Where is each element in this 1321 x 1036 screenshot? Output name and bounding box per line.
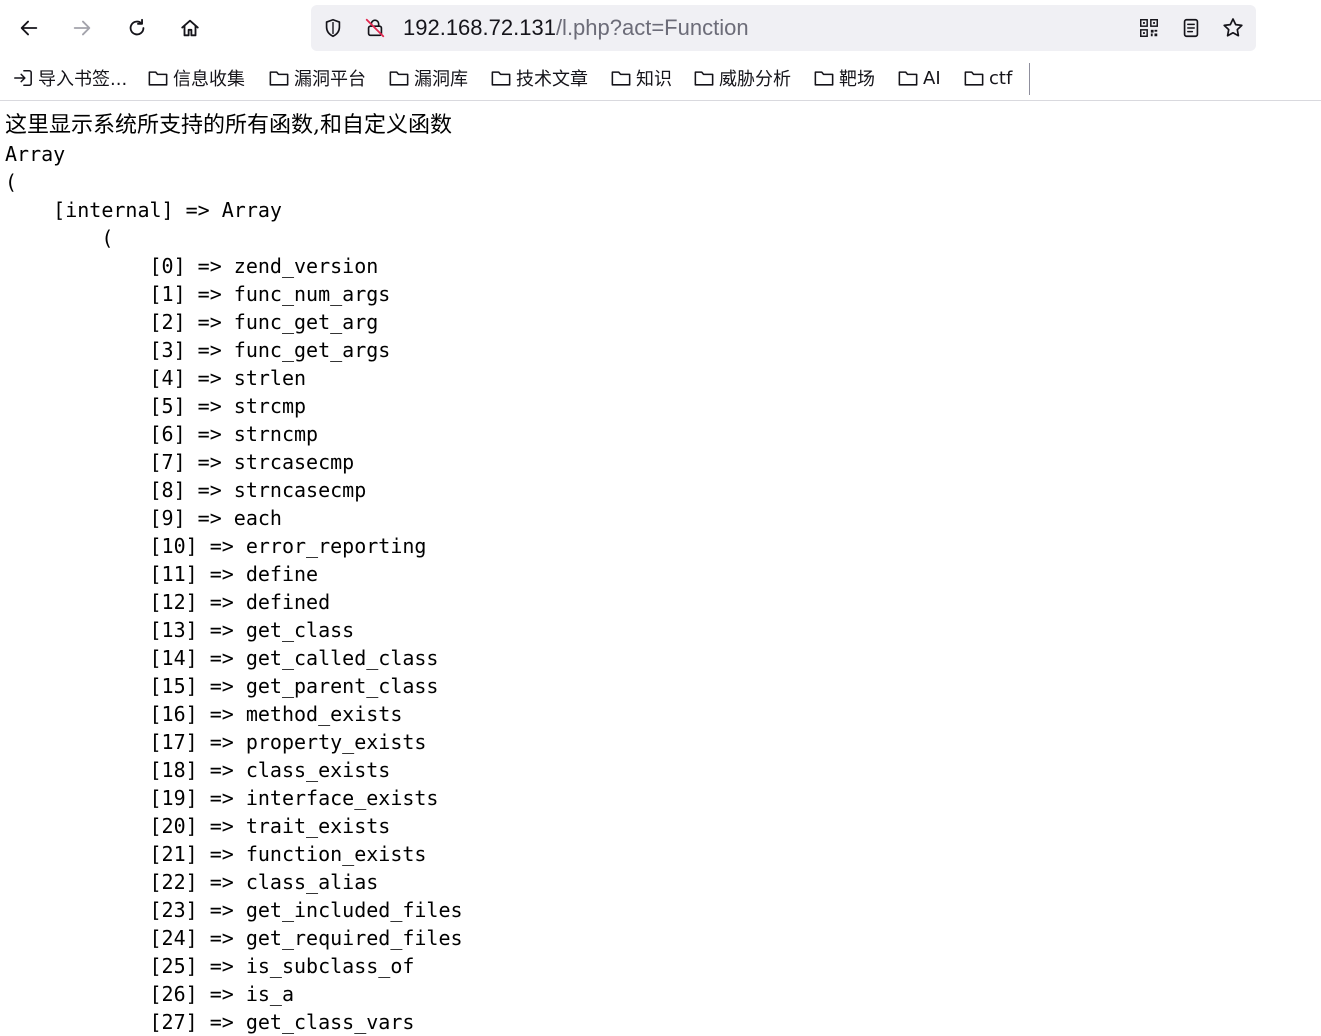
reload-button[interactable] [119,10,155,46]
bookmark-label: 靶场 [839,69,875,90]
reader-view-icon[interactable] [1179,16,1203,40]
bookmark-folder[interactable]: 威胁分析 [693,65,791,91]
dump-line: [11] => define [5,562,319,586]
dump-line: [6] => strncmp [5,422,319,446]
folder-icon [491,71,511,86]
url-bar[interactable]: 192.168.72.131/l.php?act=Function [311,5,1256,51]
dump-line: [20] => trait_exists [5,814,391,838]
bookmarks-toolbar: 导入书签... 信息收集 漏洞平台 漏洞库 技术文章 知识 威胁分析 靶场 AI… [0,56,1321,101]
dump-line: [9] => each [5,506,282,530]
dump-line: [16] => method_exists [5,702,403,726]
bookmark-label: 知识 [636,69,672,90]
shield-icon[interactable] [321,16,345,40]
dump-line: [17] => property_exists [5,730,427,754]
folder-icon [964,71,984,86]
dump-line: [3] => func_get_args [5,338,391,362]
bookmark-folder[interactable]: ctf [963,65,1012,91]
bookmark-label: 信息收集 [173,69,245,90]
dump-line: [internal] => Array [5,198,282,222]
folder-icon [898,71,918,86]
bookmark-folder[interactable]: 漏洞库 [388,65,468,91]
back-button[interactable] [11,10,47,46]
dump-line: [0] => zend_version [5,254,379,278]
bookmark-folder[interactable]: 技术文章 [490,65,588,91]
dump-line: [7] => strcasecmp [5,450,355,474]
arrow-right-icon [73,20,91,36]
page-content: 这里显示系统所支持的所有函数,和自定义函数 Array ( [internal] … [5,112,463,1036]
bookmark-label: 技术文章 [516,69,588,90]
reload-icon [129,18,145,36]
dump-line: [1] => func_num_args [5,282,391,306]
dump-line: [5] => strcmp [5,394,307,418]
bookmark-folder[interactable]: 漏洞平台 [268,65,366,91]
dump-line: [27] => get_class_vars [5,1010,415,1034]
function-array-dump: Array ( [internal] => Array ( [0] => zend… [5,140,463,1036]
bookmark-label: AI [923,67,941,89]
browser-toolbar: 192.168.72.131/l.php?act=Function [0,0,1321,56]
folder-icon [269,71,289,86]
dump-line: [25] => is_subclass_of [5,954,415,978]
bookmark-label: 漏洞库 [414,69,468,90]
insecure-lock-icon[interactable] [363,16,387,40]
bookmark-label: 漏洞平台 [294,69,366,90]
bookmark-folder[interactable]: 靶场 [813,65,875,91]
home-icon [181,19,199,37]
bookmark-label: ctf [989,67,1013,89]
home-button[interactable] [172,10,208,46]
bookmarks-separator [1029,63,1030,95]
import-icon [14,69,32,87]
dump-line: Array [5,142,66,166]
arrow-left-icon [20,20,38,36]
dump-line: ( [5,170,18,194]
dump-line: [18] => class_exists [5,758,391,782]
bookmark-folder[interactable]: AI [897,65,941,91]
dump-line: [24] => get_required_files [5,926,463,950]
url-text[interactable]: 192.168.72.131/l.php?act=Function [403,16,749,40]
folder-icon [694,71,714,86]
dump-line: [22] => class_alias [5,870,379,894]
bookmark-label: 威胁分析 [719,69,791,90]
dump-line: [23] => get_included_files [5,898,463,922]
bookmark-label: 导入书签... [38,69,128,90]
page-heading: 这里显示系统所支持的所有函数,和自定义函数 [5,113,452,138]
bookmark-star-icon[interactable] [1221,16,1245,40]
dump-line: ( [5,226,114,250]
folder-icon [611,71,631,86]
dump-line: [13] => get_class [5,618,355,642]
dump-line: [21] => function_exists [5,842,427,866]
folder-icon [389,71,409,86]
dump-line: [8] => strncasecmp [5,478,367,502]
forward-button[interactable] [64,10,100,46]
bookmark-folder[interactable]: 知识 [610,65,672,91]
dump-line: [2] => func_get_arg [5,310,379,334]
dump-line: [12] => defined [5,590,331,614]
dump-line: [19] => interface_exists [5,786,439,810]
url-path: /l.php?act=Function [555,15,749,40]
bookmark-folder[interactable]: 信息收集 [147,65,245,91]
dump-line: [15] => get_parent_class [5,674,439,698]
url-host: 192.168.72.131 [403,15,556,40]
qr-code-icon[interactable] [1137,16,1161,40]
dump-line: [26] => is_a [5,982,294,1006]
dump-line: [4] => strlen [5,366,307,390]
dump-line: [10] => error_reporting [5,534,427,558]
folder-icon [148,71,168,86]
dump-line: [14] => get_called_class [5,646,439,670]
folder-icon [814,71,834,86]
bookmark-import[interactable]: 导入书签... [12,65,127,91]
